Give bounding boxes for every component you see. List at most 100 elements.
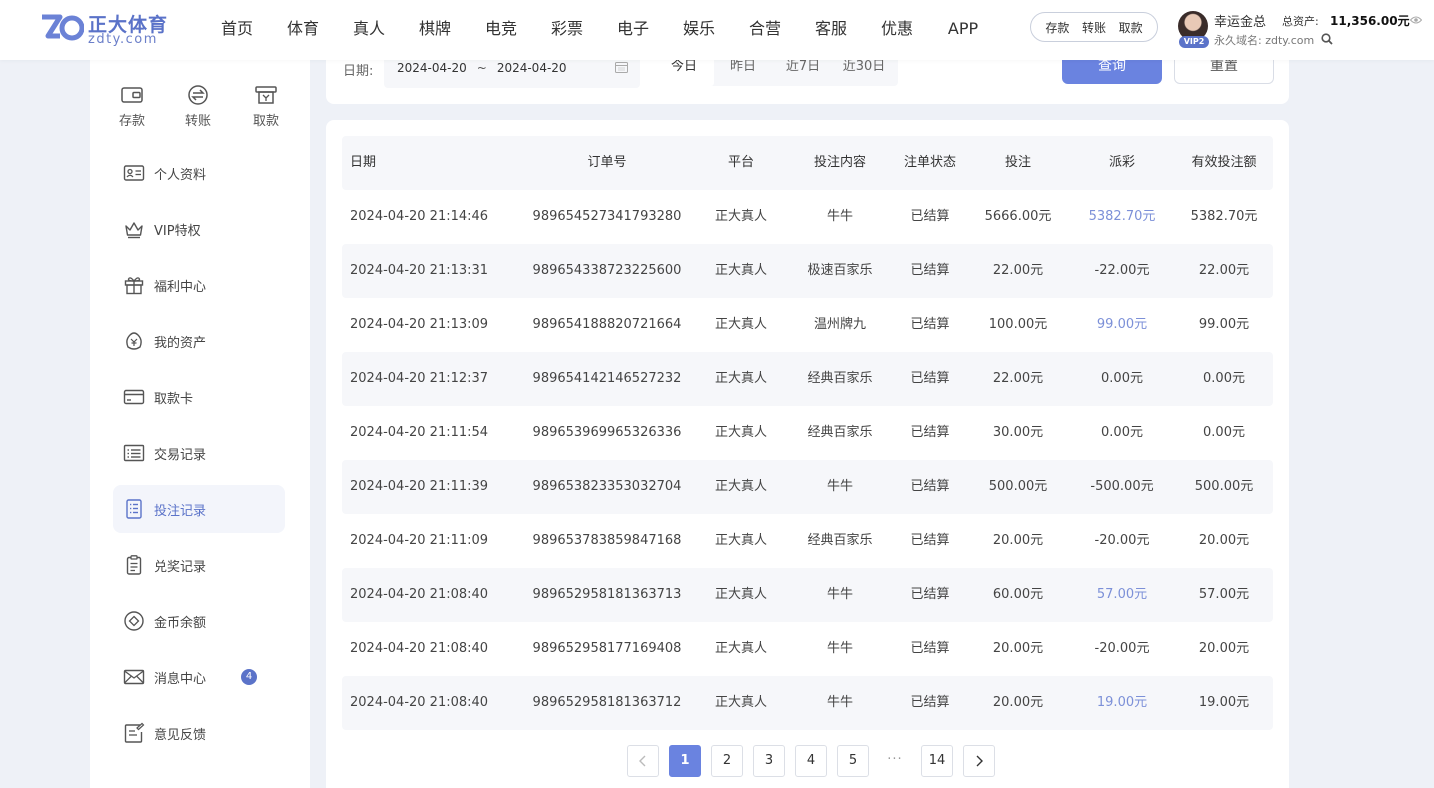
end-date-value[interactable]: 2024-04-20 bbox=[497, 61, 567, 75]
sidebar-item-label: 福利中心 bbox=[154, 279, 207, 295]
sidebar-item-label: 个人资料 bbox=[154, 167, 207, 183]
nav-entertainment[interactable]: 娱乐 bbox=[666, 0, 732, 60]
nav-esports[interactable]: 电竞 bbox=[468, 0, 534, 60]
nav-live[interactable]: 真人 bbox=[336, 0, 402, 60]
header-withdraw-link[interactable]: 取款 bbox=[1119, 19, 1143, 36]
cell-status: 已结算 bbox=[910, 479, 950, 494]
sidebar-item-label: 交易记录 bbox=[154, 447, 207, 463]
column-header-bet: 投注 bbox=[1004, 155, 1031, 170]
page-button-4[interactable]: 4 bbox=[795, 745, 827, 777]
sidebar-withdraw-button[interactable]: 取款 bbox=[246, 84, 286, 129]
cell-platform: 正大真人 bbox=[714, 263, 767, 278]
cell-bet: 20.00元 bbox=[992, 533, 1044, 548]
nav-customer-service[interactable]: 客服 bbox=[798, 0, 864, 60]
next-page-button[interactable] bbox=[963, 745, 995, 777]
total-asset-label: 总资产: bbox=[1282, 15, 1319, 28]
bank-card-icon bbox=[123, 389, 145, 405]
sidebar-item-profile[interactable]: 个人资料 bbox=[113, 149, 285, 197]
cell-payout: -22.00元 bbox=[1094, 263, 1150, 278]
cell-status: 已结算 bbox=[910, 317, 950, 332]
coin-icon bbox=[124, 611, 144, 631]
username: 幸运金总 bbox=[1214, 15, 1267, 30]
sidebar-item-vip[interactable]: VIP特权 bbox=[113, 205, 285, 253]
cell-date: 2024-04-20 21:08:40 bbox=[350, 695, 489, 710]
cell-platform: 正大真人 bbox=[714, 317, 767, 332]
sidebar-item-coin-balance[interactable]: 金币余额 bbox=[113, 597, 285, 645]
page-button-5[interactable]: 5 bbox=[837, 745, 869, 777]
table-header-row: 日期 订单号 平台 投注内容 注单状态 投注 派彩 有效投注额 bbox=[342, 136, 1273, 190]
cell-payout: 57.00元 bbox=[1096, 587, 1148, 602]
cell-payout: 0.00元 bbox=[1101, 425, 1143, 440]
cell-valid-bet: 99.00元 bbox=[1198, 317, 1250, 332]
total-asset-value: 11,356.00元 bbox=[1330, 14, 1410, 28]
cell-date: 2024-04-20 21:08:40 bbox=[350, 587, 489, 602]
crown-icon bbox=[125, 222, 143, 239]
cell-platform: 正大真人 bbox=[714, 695, 767, 710]
sidebar-item-messages[interactable]: 消息中心 4 bbox=[113, 653, 285, 701]
cell-valid-bet: 5382.70元 bbox=[1190, 209, 1258, 224]
column-header-status: 注单状态 bbox=[903, 155, 956, 170]
cell-order-no: 989653783859847168 bbox=[532, 533, 682, 548]
mail-icon bbox=[123, 669, 145, 685]
nav-sports[interactable]: 体育 bbox=[270, 0, 336, 60]
nav-app[interactable]: APP bbox=[930, 0, 996, 60]
nav-chess-cards[interactable]: 棋牌 bbox=[402, 0, 468, 60]
sidebar-item-withdraw-card[interactable]: 取款卡 bbox=[113, 373, 285, 421]
prev-page-button[interactable] bbox=[627, 745, 659, 777]
site-logo[interactable]: 正大体育 zdty.com bbox=[40, 10, 170, 50]
page-button-2[interactable]: 2 bbox=[711, 745, 743, 777]
nav-slots[interactable]: 电子 bbox=[600, 0, 666, 60]
nav-affiliate[interactable]: 合营 bbox=[732, 0, 798, 60]
sidebar-item-label: VIP特权 bbox=[154, 223, 201, 239]
calendar-icon[interactable] bbox=[615, 61, 628, 73]
cell-status: 已结算 bbox=[910, 371, 950, 386]
sidebar-item-feedback[interactable]: 意见反馈 bbox=[113, 709, 285, 757]
zd-logo-icon bbox=[42, 14, 84, 41]
cell-status: 已结算 bbox=[910, 425, 950, 440]
cell-platform: 正大真人 bbox=[714, 479, 767, 494]
chevron-left-icon bbox=[639, 755, 646, 767]
page-ellipsis[interactable]: ··· bbox=[879, 745, 911, 777]
asset-icon bbox=[126, 332, 142, 350]
cell-bet: 60.00元 bbox=[992, 587, 1044, 602]
page-button-1[interactable]: 1 bbox=[669, 745, 701, 777]
start-date-value[interactable]: 2024-04-20 bbox=[397, 61, 467, 75]
transfer-icon bbox=[188, 85, 208, 105]
eye-icon[interactable] bbox=[1410, 15, 1422, 25]
sidebar-item-assets[interactable]: 我的资产 bbox=[113, 317, 285, 365]
cell-valid-bet: 500.00元 bbox=[1194, 479, 1254, 494]
header-transfer-link[interactable]: 转账 bbox=[1082, 19, 1106, 36]
sidebar-transfer-button[interactable]: 转账 bbox=[178, 84, 218, 129]
page-button-last[interactable]: 14 bbox=[921, 745, 953, 777]
nav-home[interactable]: 首页 bbox=[204, 0, 270, 60]
page-button-3[interactable]: 3 bbox=[753, 745, 785, 777]
cell-order-no: 989653969965326336 bbox=[532, 425, 682, 440]
cell-payout: -20.00元 bbox=[1094, 641, 1150, 656]
search-icon[interactable] bbox=[1321, 33, 1333, 45]
table-row: 2024-04-20 21:13:09 989654188820721664 正大真… bbox=[342, 298, 1273, 352]
cell-date: 2024-04-20 21:14:46 bbox=[350, 209, 489, 224]
sidebar-item-bet-records[interactable]: 投注记录 bbox=[113, 485, 285, 533]
cell-date: 2024-04-20 21:12:37 bbox=[350, 371, 489, 386]
nav-lottery[interactable]: 彩票 bbox=[534, 0, 600, 60]
nav-promotions[interactable]: 优惠 bbox=[864, 0, 930, 60]
cell-order-no: 989653823353032704 bbox=[532, 479, 682, 494]
sidebar-item-transactions[interactable]: 交易记录 bbox=[113, 429, 285, 477]
sidebar-deposit-button[interactable]: 存款 bbox=[112, 84, 152, 129]
table-row: 2024-04-20 21:08:40 989652958181363713 正大真… bbox=[342, 568, 1273, 622]
cell-bet: 22.00元 bbox=[992, 371, 1044, 386]
sidebar-item-prize-records[interactable]: 兑奖记录 bbox=[113, 541, 285, 589]
cell-status: 已结算 bbox=[910, 587, 950, 602]
header-deposit-link[interactable]: 存款 bbox=[1045, 19, 1069, 36]
sidebar-item-welfare[interactable]: 福利中心 bbox=[113, 261, 285, 309]
sidebar-item-label: 消息中心 bbox=[154, 671, 207, 687]
cell-status: 已结算 bbox=[910, 533, 950, 548]
cell-bet: 20.00元 bbox=[992, 641, 1044, 656]
column-header-bet-content: 投注内容 bbox=[813, 155, 866, 170]
cell-date: 2024-04-20 21:08:40 bbox=[350, 641, 489, 656]
cell-payout: 0.00元 bbox=[1101, 371, 1143, 386]
sidebar-transfer-label: 转账 bbox=[184, 114, 211, 129]
withdraw-icon bbox=[255, 86, 277, 104]
cell-payout: 99.00元 bbox=[1096, 317, 1148, 332]
column-header-payout: 派彩 bbox=[1108, 155, 1135, 170]
